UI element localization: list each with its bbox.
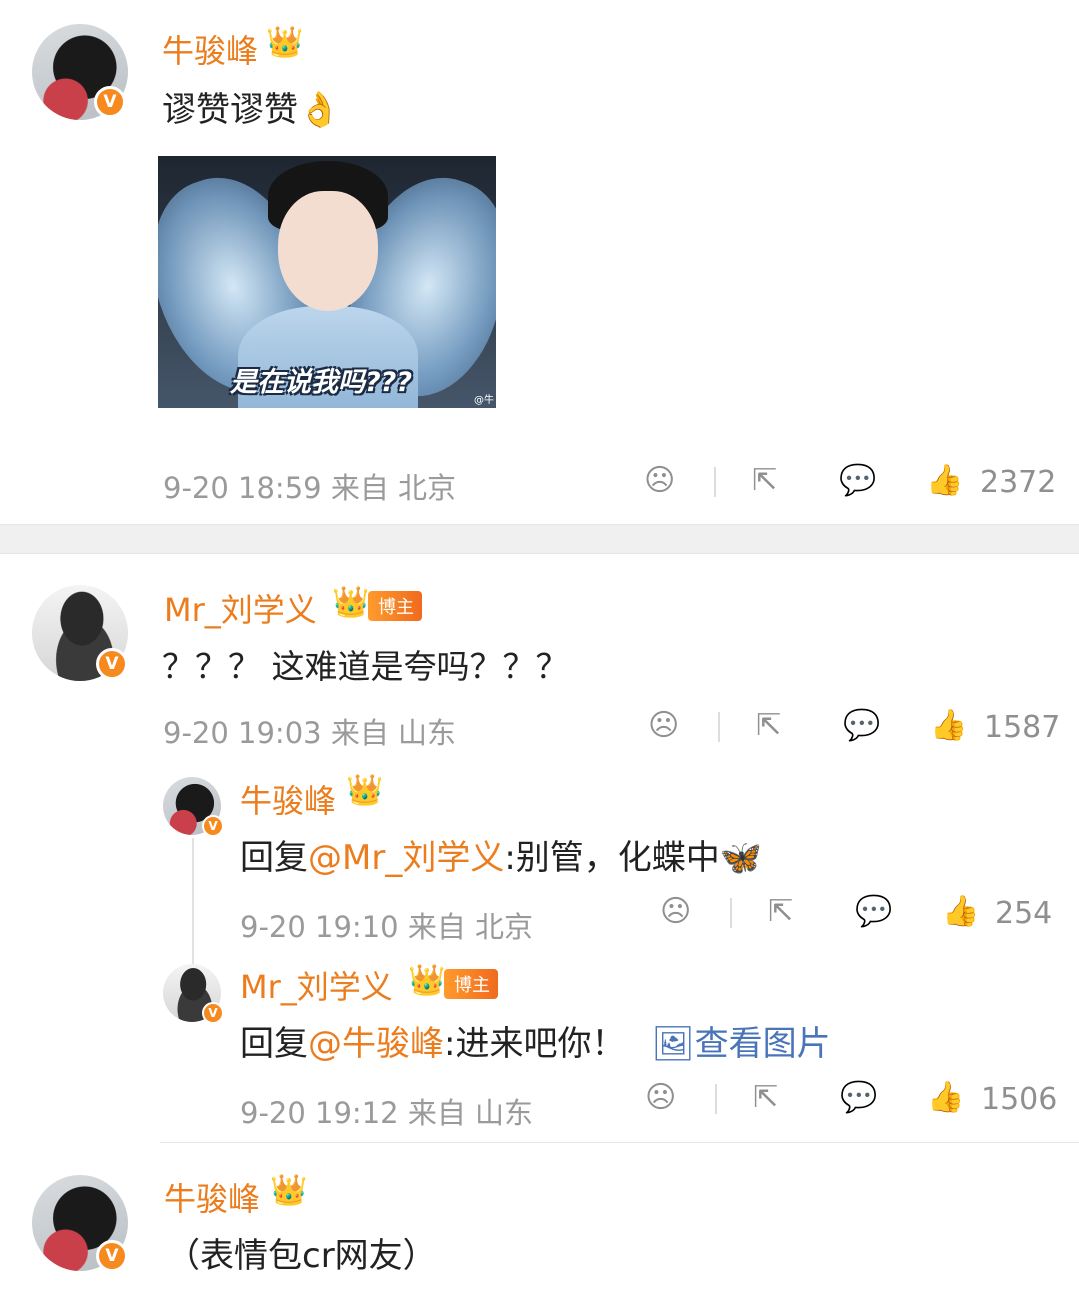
meme-image[interactable]: 是在说我吗??? @牛 [158,156,496,408]
comment-text: （表情包cr网友） [166,1236,437,1276]
face [278,191,378,311]
share-icon[interactable]: ⇱ [752,466,777,496]
like-count: 1587 [984,710,1061,745]
thumbs-up-icon[interactable]: 👍 [927,1083,964,1113]
sad-face-icon[interactable]: ☹ [644,466,675,496]
reply-time: 9-20 19:12 [240,1096,399,1130]
share-icon[interactable]: ⇱ [756,711,781,741]
blogger-tag: 博主 [444,969,498,999]
reply-content: :别管，化蝶中🦋 [504,838,763,878]
comment-text: ？？？ 这难道是夸吗？？？ [162,647,569,686]
reply-text: 回复@牛骏峰:进来吧你！ 🖼查看图片 [240,1016,831,1065]
meme-caption: 是在说我吗??? [230,367,412,398]
username[interactable]: 牛骏峰 [240,776,336,822]
comment-location: 来自 山东 [330,716,457,750]
share-icon[interactable]: ⇱ [753,1083,778,1113]
username[interactable]: Mr_刘学义 [164,585,317,631]
reply-text: 回复@Mr_刘学义:别管，化蝶中🦋 [240,830,762,879]
crown-icon: 👑 [332,585,370,620]
reply-location: 来自 北京 [407,910,534,944]
thumbs-up-icon[interactable]: 👍 [930,711,967,741]
like-count: 254 [995,896,1053,931]
comment-location: 来自 北京 [330,471,457,505]
crown-icon: 👑 [408,963,446,998]
username[interactable]: 牛骏峰 [164,1174,260,1220]
image-icon: 🖼 [651,1024,695,1064]
reply-meta: 9-20 19:12 来自 山东 [240,1090,533,1132]
comment-meta: 9-20 18:59 来自 北京 [163,465,456,507]
mention-link[interactable]: @牛骏峰 [308,1024,444,1064]
comment-time: 9-20 19:03 [163,716,322,750]
reply-meta: 9-20 19:10 来自 北京 [240,904,533,946]
view-image-label: 查看图片 [694,1024,831,1064]
view-image-link[interactable]: 🖼查看图片 [651,1024,830,1064]
comment-meta: 9-20 19:03 来自 山东 [163,710,456,752]
username[interactable]: 牛骏峰 [162,26,258,72]
mention-link[interactable]: @Mr_刘学义 [308,838,504,878]
reply-divider [160,1142,1079,1143]
like-count: 2372 [980,465,1057,500]
share-icon[interactable]: ⇱ [768,897,793,927]
verified-badge-icon: V [202,1002,224,1024]
section-divider [0,524,1079,554]
reply-location: 来自 山东 [407,1096,534,1130]
comment-time: 9-20 18:59 [163,471,322,505]
username[interactable]: Mr_刘学义 [240,962,393,1008]
reply-thread-line [192,838,194,968]
comment-icon[interactable]: 💬 [839,466,876,496]
sad-face-icon[interactable]: ☹ [660,897,691,927]
verified-badge-icon: V [94,86,126,118]
verified-badge-icon: V [202,815,224,837]
thumbs-up-icon[interactable]: 👍 [926,466,963,496]
comment-icon[interactable]: 💬 [855,897,892,927]
blogger-tag: 博主 [368,591,422,621]
verified-badge-icon: V [96,648,128,680]
reply-content: :进来吧你！ [444,1024,626,1064]
reply-time: 9-20 19:10 [240,910,399,944]
verified-badge-icon: V [96,1240,128,1272]
crown-icon: 👑 [266,25,304,60]
like-count: 1506 [981,1082,1058,1117]
action-separator [715,1084,717,1114]
action-separator [714,467,716,497]
sad-face-icon[interactable]: ☹ [645,1083,676,1113]
crown-icon: 👑 [346,773,384,808]
action-separator [730,898,732,928]
reply-prefix: 回复 [240,1024,308,1064]
comment-text: 谬赞谬赞👌 [162,90,341,130]
comment-icon[interactable]: 💬 [840,1083,877,1113]
comment-icon[interactable]: 💬 [843,711,880,741]
action-separator [718,712,720,742]
crown-icon: 👑 [270,1173,308,1208]
meme-watermark: @牛 [474,395,494,406]
sad-face-icon[interactable]: ☹ [648,711,679,741]
reply-prefix: 回复 [240,838,308,878]
thumbs-up-icon[interactable]: 👍 [942,897,979,927]
